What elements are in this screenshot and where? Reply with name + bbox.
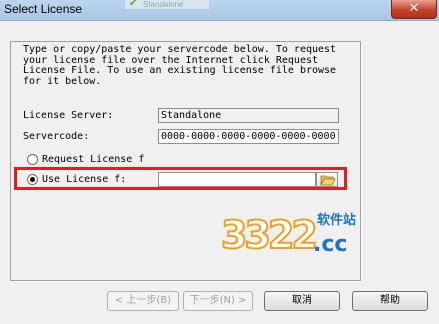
close-icon: ✕ — [408, 1, 420, 16]
servercode-label: Servercode: — [23, 131, 90, 142]
back-button[interactable]: < 上一步(B) — [107, 291, 179, 311]
check-icon: ✔ — [129, 0, 138, 9]
close-button[interactable]: ✕ — [391, 0, 437, 19]
window-title: Select License — [4, 2, 83, 16]
watermark-domain: .cc — [313, 232, 348, 257]
request-license-radio[interactable] — [27, 154, 38, 165]
folder-open-icon — [320, 175, 336, 186]
watermark-digits: 3322 — [220, 212, 319, 258]
license-server-field: Standalone — [158, 108, 339, 123]
license-server-label: License Server: — [23, 110, 114, 121]
dialog-content: Type or copy/paste your servercode below… — [0, 21, 439, 324]
watermark-chinese: 软件站 — [317, 213, 357, 228]
background-tab: ✔ Standalone — [124, 0, 210, 10]
browse-button[interactable] — [316, 172, 338, 187]
instructions-text: Type or copy/paste your servercode below… — [23, 44, 337, 87]
use-license-option[interactable]: Use License f: — [27, 174, 126, 185]
license-path-input[interactable] — [158, 172, 316, 187]
use-license-label: Use License f: — [42, 174, 127, 185]
help-button[interactable]: 帮助 — [352, 291, 428, 311]
background-tab-label: Standalone — [143, 0, 184, 9]
request-license-label: Request License f — [42, 154, 145, 165]
cancel-button[interactable]: 取消 — [264, 291, 340, 311]
request-license-option[interactable]: Request License f — [27, 154, 144, 165]
title-bar: Select License ✔ Standalone ✕ — [0, 0, 439, 21]
use-license-radio[interactable] — [27, 174, 38, 185]
watermark-logo: 3322 软件站 .cc — [220, 204, 359, 272]
next-button[interactable]: 下一步(N) > — [183, 291, 253, 311]
servercode-input[interactable]: 0000-0000-0000-0000-0000-0000 — [158, 129, 339, 144]
